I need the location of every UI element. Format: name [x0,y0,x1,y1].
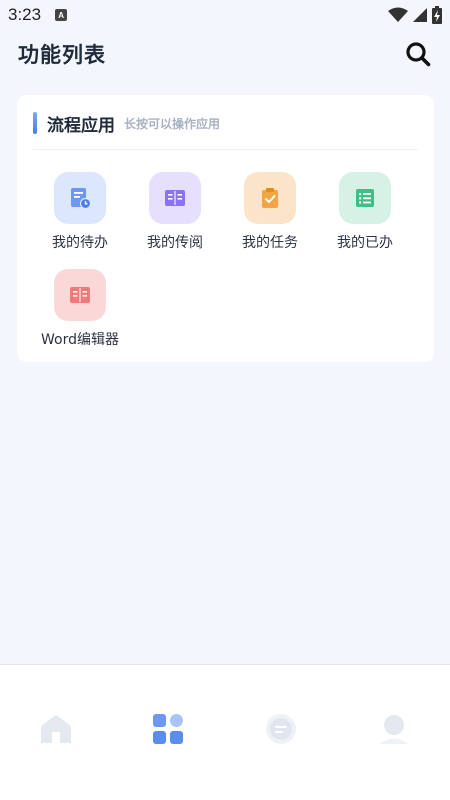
app-icon-bg [54,172,106,224]
book-icon [165,190,185,206]
chat-icon [266,714,296,744]
grid-icon [153,714,183,744]
app-icon-bg [244,172,296,224]
document-clock-icon [71,188,92,210]
app-label: 我的已办 [337,235,393,251]
app-item-circulate[interactable]: 我的传阅 [125,172,225,252]
section-title: 流程应用 [47,115,115,136]
card-divider [33,149,418,150]
app-icon-bg [54,269,106,321]
app-label: Word编辑器 [41,332,119,348]
search-icon [406,42,431,67]
page-title: 功能列表 [18,43,106,67]
nav-item-profile[interactable] [369,709,419,749]
status-time: 3:23 [8,5,42,24]
signal-icon [413,8,427,22]
app-icon-bg [149,172,201,224]
status-icons [388,6,442,24]
process-apps-card: 流程应用 长按可以操作应用 我的待办 我的传阅 我的任务 我的已办 Word编辑… [17,95,434,362]
app-label: 我的待办 [52,235,108,251]
accent-bar [33,112,37,134]
section-header: 流程应用 长按可以操作应用 [33,111,418,136]
book-icon [70,287,90,303]
nav-item-messages[interactable] [256,709,306,749]
checklist-icon [356,189,374,207]
app-item-tasks[interactable]: 我的任务 [220,172,320,252]
section-hint: 长按可以操作应用 [124,116,221,131]
home-icon [41,715,71,743]
clipboard-check-icon [262,188,278,208]
nav-item-home[interactable] [31,709,81,749]
app-item-done[interactable]: 我的已办 [315,172,415,252]
app-label: 我的传阅 [147,235,203,251]
user-icon [380,715,408,744]
notification-icon: A [55,9,68,21]
search-button[interactable] [404,40,432,68]
app-item-todo[interactable]: 我的待办 [30,172,130,252]
app-label: 我的任务 [242,235,298,251]
status-bar: 3:23 A [0,0,450,30]
battery-icon [432,6,442,24]
app-item-word-editor[interactable]: Word编辑器 [30,269,130,349]
app-icon-bg [339,172,391,224]
bottom-nav [0,664,450,800]
wifi-icon [388,7,408,22]
app-header: 功能列表 [0,30,450,78]
nav-item-apps[interactable] [143,709,193,749]
